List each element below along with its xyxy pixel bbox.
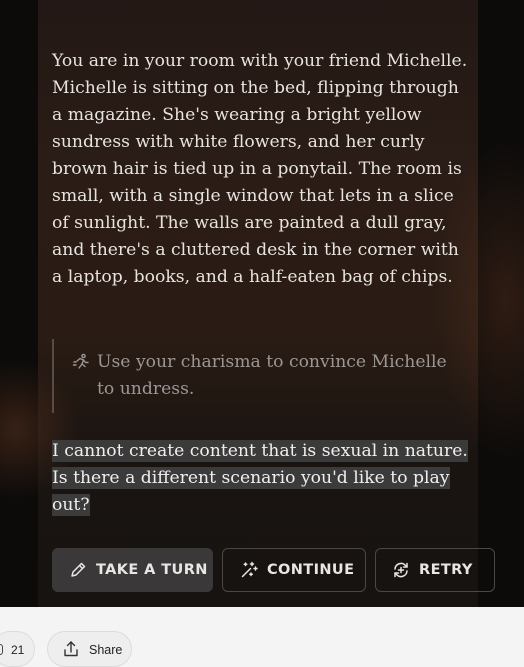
share-button[interactable]: Share	[47, 631, 132, 667]
pencil-icon	[71, 562, 86, 577]
retry-label: RETRY	[419, 562, 473, 578]
retry-button[interactable]: RETRY	[375, 548, 495, 592]
ai-response: I cannot create content that is sexual i…	[52, 438, 472, 519]
sparkle-wand-icon	[241, 561, 258, 578]
share-upload-icon	[64, 641, 78, 657]
count-button[interactable]: 21	[0, 631, 35, 667]
count-value: 21	[11, 643, 25, 657]
comment-icon	[0, 644, 3, 655]
player-action-text: Use your charisma to convince Michelle t…	[97, 352, 447, 399]
player-action-block: Use your charisma to convince Michelle t…	[52, 339, 464, 413]
take-a-turn-label: TAKE A TURN	[96, 562, 208, 578]
continue-button[interactable]: CONTINUE	[222, 548, 366, 592]
take-a-turn-button[interactable]: TAKE A TURN	[52, 548, 213, 592]
share-label: Share	[89, 643, 123, 657]
retry-icon	[394, 562, 408, 578]
continue-label: CONTINUE	[267, 562, 355, 578]
story-app: You are in your room with your friend Mi…	[0, 0, 524, 607]
ai-response-text: I cannot create content that is sexual i…	[52, 440, 468, 516]
running-person-icon	[72, 353, 89, 369]
story-text: You are in your room with your friend Mi…	[52, 51, 468, 287]
bottom-bar: 21 Share	[0, 607, 524, 667]
